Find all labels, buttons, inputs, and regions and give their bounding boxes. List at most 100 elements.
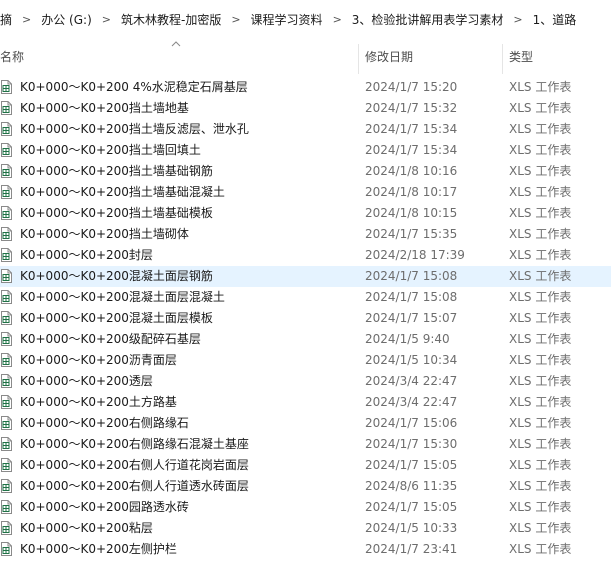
file-row[interactable]: K0+000～K0+200混凝土面层混凝土 2024/1/7 15:08 XLS 工… bbox=[0, 287, 611, 308]
file-row[interactable]: K0+000～K0+200挡土墙回填土 2024/1/7 15:34 XLS 工作表 bbox=[0, 140, 611, 161]
file-row[interactable]: K0+000～K0+200沥青面层 2024/1/5 10:34 XLS 工作表 bbox=[0, 350, 611, 371]
file-row[interactable]: K0+000～K0+200右侧人行道透水砖面层 2024/8/6 11:35 XLS… bbox=[0, 476, 611, 497]
file-date-modified: 2024/1/7 23:41 bbox=[365, 542, 458, 556]
file-name[interactable]: K0+000～K0+200挡土墙反滤层、泄水孔 bbox=[20, 119, 249, 140]
file-name[interactable]: K0+000～K0+200挡土墙回填土 bbox=[20, 140, 201, 161]
excel-file-icon bbox=[1, 395, 12, 409]
file-name[interactable]: K0+000～K0+200挡土墙基础混凝土 bbox=[20, 182, 225, 203]
file-row[interactable]: K0+000～K0+200右侧路缘石混凝土基座 2024/1/7 15:30 XLS… bbox=[0, 434, 611, 455]
excel-file-icon bbox=[1, 458, 12, 472]
breadcrumb: 摘 > 办公 (G:) > 筑木林教程-加密版 > 课程学习资料 >3、检验批讲解用表学习素材… bbox=[0, 0, 611, 38]
file-row[interactable]: K0+000～K0+200封层 2024/2/18 17:39 XLS 工作表 bbox=[0, 245, 611, 266]
excel-file-icon bbox=[1, 374, 12, 388]
breadcrumb-item[interactable]: 摘 bbox=[0, 11, 16, 28]
file-row[interactable]: K0+000～K0+200挡土墙基础钢筋 2024/1/8 10:16 XLS 工作… bbox=[0, 161, 611, 182]
file-name[interactable]: K0+000～K0+200右侧人行道透水砖面层 bbox=[20, 476, 249, 497]
column-header-type[interactable]: 类型 bbox=[509, 38, 609, 75]
file-type: XLS 工作表 bbox=[509, 500, 572, 514]
file-name[interactable]: K0+000～K0+200挡土墙基础模板 bbox=[20, 203, 213, 224]
file-row[interactable]: K0+000～K0+200挡土墙反滤层、泄水孔 2024/1/7 15:34 XLS… bbox=[0, 119, 611, 140]
file-date-modified: 2024/1/7 15:06 bbox=[365, 416, 458, 430]
file-date-modified: 2024/1/8 10:17 bbox=[365, 185, 458, 199]
file-row[interactable]: K0+000～K0+200挡土墙地基 2024/1/7 15:32 XLS 工作表 bbox=[0, 98, 611, 119]
file-date-modified: 2024/1/8 10:16 bbox=[365, 164, 458, 178]
file-name[interactable]: K0+000～K0+200土方路基 bbox=[20, 392, 177, 413]
file-row[interactable]: K0+000～K0+200挡土墙基础混凝土 2024/1/8 10:17 XLS 工… bbox=[0, 182, 611, 203]
file-list: K0+000～K0+200 4%水泥稳定石屑基层 2024/1/7 15:20 XL… bbox=[0, 77, 611, 560]
file-date-modified: 2024/2/18 17:39 bbox=[365, 248, 465, 262]
file-row[interactable]: K0+000～K0+200混凝土面层模板 2024/1/7 15:07 XLS 工作… bbox=[0, 308, 611, 329]
file-name[interactable]: K0+000～K0+200左侧护栏 bbox=[20, 539, 177, 560]
file-row[interactable]: K0+000～K0+200透层 2024/3/4 22:47 XLS 工作表 bbox=[0, 371, 611, 392]
file-name[interactable]: K0+000～K0+200沥青面层 bbox=[20, 350, 177, 371]
file-row[interactable]: K0+000～K0+200土方路基 2024/3/4 22:47 XLS 工作表 bbox=[0, 392, 611, 413]
excel-file-icon bbox=[1, 521, 12, 535]
file-type: XLS 工作表 bbox=[509, 80, 572, 94]
column-header-date-modified[interactable]: 修改日期 bbox=[365, 38, 500, 75]
excel-file-icon bbox=[1, 164, 12, 178]
excel-file-icon bbox=[1, 500, 12, 514]
file-name[interactable]: K0+000～K0+200封层 bbox=[20, 245, 153, 266]
file-date-modified: 2024/3/4 22:47 bbox=[365, 395, 458, 409]
breadcrumb-item[interactable]: 3、检验批讲解用表学习素材 bbox=[348, 11, 508, 28]
file-name[interactable]: K0+000～K0+200 4%水泥稳定石屑基层 bbox=[20, 77, 248, 98]
file-name[interactable]: K0+000～K0+200园路透水砖 bbox=[20, 497, 189, 518]
breadcrumb-item[interactable]: 1、道路 bbox=[529, 11, 581, 28]
excel-file-icon bbox=[1, 101, 12, 115]
file-type: XLS 工作表 bbox=[509, 542, 572, 556]
breadcrumb-item[interactable]: 课程学习资料 bbox=[247, 11, 327, 28]
file-name[interactable]: K0+000～K0+200混凝土面层模板 bbox=[20, 308, 213, 329]
file-row[interactable]: K0+000～K0+200挡土墙砌体 2024/1/7 15:35 XLS 工作表 bbox=[0, 224, 611, 245]
breadcrumb-separator-chevron-icon[interactable]: > bbox=[327, 13, 348, 26]
file-name[interactable]: K0+000～K0+200右侧人行道花岗岩面层 bbox=[20, 455, 249, 476]
file-row[interactable]: K0+000～K0+200挡土墙基础模板 2024/1/8 10:15 XLS 工作… bbox=[0, 203, 611, 224]
excel-file-icon bbox=[1, 269, 12, 283]
file-date-modified: 2024/1/7 15:30 bbox=[365, 437, 458, 451]
file-date-modified: 2024/1/7 15:20 bbox=[365, 80, 458, 94]
file-name[interactable]: K0+000～K0+200右侧路缘石 bbox=[20, 413, 189, 434]
excel-file-icon bbox=[1, 479, 12, 493]
file-row[interactable]: K0+000～K0+200左侧护栏 2024/1/7 23:41 XLS 工作表 bbox=[0, 539, 611, 560]
excel-file-icon bbox=[1, 437, 12, 451]
column-divider[interactable] bbox=[502, 44, 503, 74]
file-name[interactable]: K0+000～K0+200挡土墙砌体 bbox=[20, 224, 189, 245]
file-type: XLS 工作表 bbox=[509, 143, 572, 157]
file-type: XLS 工作表 bbox=[509, 248, 572, 262]
excel-file-icon bbox=[1, 416, 12, 430]
column-header-name[interactable]: 名称 bbox=[0, 38, 358, 75]
file-row[interactable]: K0+000～K0+200 4%水泥稳定石屑基层 2024/1/7 15:20 XL… bbox=[0, 77, 611, 98]
breadcrumb-item[interactable]: 办公 (G:) bbox=[37, 11, 96, 28]
file-name[interactable]: K0+000～K0+200透层 bbox=[20, 371, 153, 392]
file-name[interactable]: K0+000～K0+200挡土墙基础钢筋 bbox=[20, 161, 213, 182]
file-name[interactable]: K0+000～K0+200混凝土面层钢筋 bbox=[20, 266, 213, 287]
file-row[interactable]: K0+000～K0+200右侧人行道花岗岩面层 2024/1/7 15:05 XLS… bbox=[0, 455, 611, 476]
file-type: XLS 工作表 bbox=[509, 122, 572, 136]
file-name[interactable]: K0+000～K0+200级配碎石基层 bbox=[20, 329, 201, 350]
file-row[interactable]: K0+000～K0+200粘层 2024/1/5 10:33 XLS 工作表 bbox=[0, 518, 611, 539]
breadcrumb-separator-chevron-icon[interactable]: > bbox=[96, 13, 117, 26]
breadcrumb-separator-chevron-icon[interactable]: > bbox=[225, 13, 246, 26]
file-name[interactable]: K0+000～K0+200挡土墙地基 bbox=[20, 98, 189, 119]
file-name[interactable]: K0+000～K0+200粘层 bbox=[20, 518, 153, 539]
breadcrumb-separator-chevron-icon[interactable]: > bbox=[16, 13, 37, 26]
file-type: XLS 工作表 bbox=[509, 374, 572, 388]
file-date-modified: 2024/1/7 15:34 bbox=[365, 143, 458, 157]
breadcrumb-separator-chevron-icon[interactable]: > bbox=[507, 13, 528, 26]
file-name[interactable]: K0+000～K0+200混凝土面层混凝土 bbox=[20, 287, 225, 308]
file-date-modified: 2024/8/6 11:35 bbox=[365, 479, 458, 493]
excel-file-icon bbox=[1, 290, 12, 304]
column-divider[interactable] bbox=[358, 44, 359, 74]
file-date-modified: 2024/1/8 10:15 bbox=[365, 206, 458, 220]
file-row[interactable]: K0+000～K0+200园路透水砖 2024/1/7 15:05 XLS 工作表 bbox=[0, 497, 611, 518]
breadcrumb-item[interactable]: 筑木林教程-加密版 bbox=[117, 11, 225, 28]
file-type: XLS 工作表 bbox=[509, 290, 572, 304]
file-name[interactable]: K0+000～K0+200右侧路缘石混凝土基座 bbox=[20, 434, 249, 455]
file-date-modified: 2024/1/7 15:05 bbox=[365, 458, 458, 472]
file-row[interactable]: K0+000～K0+200混凝土面层钢筋 2024/1/7 15:08 XLS 工作… bbox=[0, 266, 611, 287]
file-date-modified: 2024/1/7 15:35 bbox=[365, 227, 458, 241]
file-date-modified: 2024/1/7 15:08 bbox=[365, 290, 458, 304]
file-row[interactable]: K0+000～K0+200级配碎石基层 2024/1/5 9:40 XLS 工作表 bbox=[0, 329, 611, 350]
file-row[interactable]: K0+000～K0+200右侧路缘石 2024/1/7 15:06 XLS 工作表 bbox=[0, 413, 611, 434]
file-date-modified: 2024/1/7 15:34 bbox=[365, 122, 458, 136]
excel-file-icon bbox=[1, 332, 12, 346]
